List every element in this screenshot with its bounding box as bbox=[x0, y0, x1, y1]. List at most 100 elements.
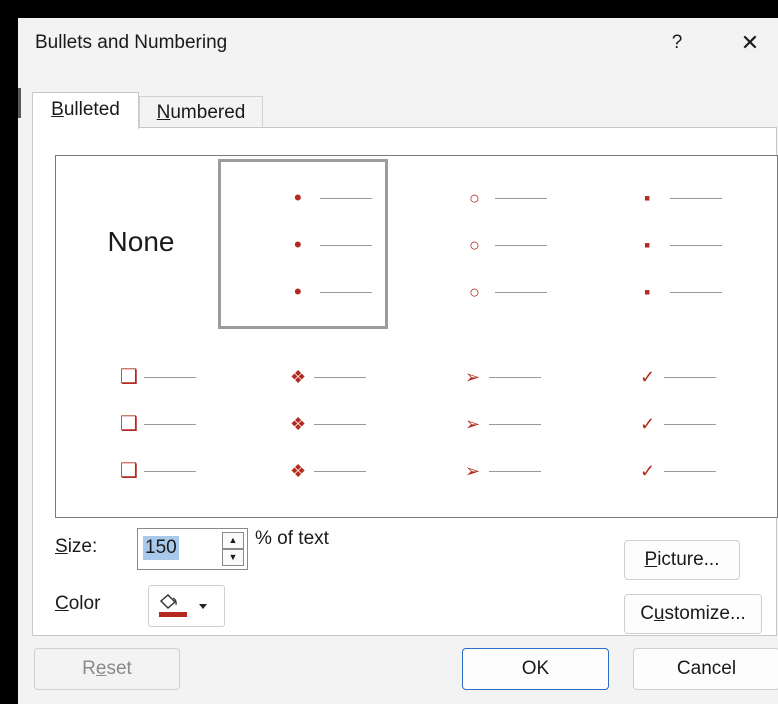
bullet-preview-row: ✓ bbox=[576, 461, 748, 481]
preview-line bbox=[144, 424, 196, 425]
preview-line bbox=[495, 198, 547, 199]
hollow-square-bullet-icon: ❑ bbox=[120, 366, 138, 388]
bullet-preview-row: ✓ bbox=[576, 414, 748, 434]
preview-line bbox=[144, 471, 196, 472]
tab-bulleted[interactable]: Bulleted bbox=[32, 92, 139, 129]
bullet-preview-row: ○ bbox=[401, 282, 573, 302]
checkmark-bullet-icon: ✓ bbox=[640, 414, 656, 434]
paint-bucket-icon bbox=[159, 594, 207, 617]
bullet-preview-row: ○ bbox=[401, 235, 573, 255]
preview-line bbox=[320, 198, 372, 199]
cancel-button[interactable]: Cancel bbox=[633, 648, 778, 690]
checkmark-bullet-icon: ✓ bbox=[640, 461, 656, 481]
tab-bulleted-access-key: B bbox=[51, 99, 64, 120]
filled-dot-bullet-icon: • bbox=[294, 232, 302, 257]
preview-line bbox=[664, 424, 716, 425]
title-bar: Bullets and Numbering ? ✕ bbox=[18, 18, 778, 70]
preview-line bbox=[320, 292, 372, 293]
preview-line bbox=[489, 377, 541, 378]
tab-numbered[interactable]: Numbered bbox=[139, 96, 263, 128]
size-label: Size: bbox=[55, 536, 98, 557]
bullet-preview-row: ➢ bbox=[401, 461, 573, 481]
bullet-style-hollow-circle[interactable]: ○ ○ ○ bbox=[401, 156, 573, 326]
preview-line bbox=[664, 377, 716, 378]
hollow-square-bullet-icon: ❑ bbox=[120, 413, 138, 435]
preview-line bbox=[670, 292, 722, 293]
picture-button[interactable]: Picture... bbox=[624, 540, 740, 580]
bullet-preview-row: ✓ bbox=[576, 367, 748, 387]
hollow-circle-bullet-icon: ○ bbox=[469, 188, 480, 208]
bullet-preview-row: ▪ bbox=[576, 235, 748, 255]
bullet-preview-row: ▪ bbox=[576, 282, 748, 302]
color-label: Color bbox=[55, 593, 101, 614]
none-label: None bbox=[107, 226, 175, 257]
preview-line bbox=[314, 471, 366, 472]
spinner-buttons: ▲ ▼ bbox=[222, 532, 244, 566]
bullets-numbering-dialog: Bullets and Numbering ? ✕ Bulleted Numbe… bbox=[18, 18, 778, 704]
color-picker-button[interactable] bbox=[148, 585, 225, 627]
preview-line bbox=[664, 471, 716, 472]
close-button[interactable]: ✕ bbox=[733, 27, 767, 59]
size-input[interactable]: 150 bbox=[143, 536, 179, 560]
preview-line bbox=[670, 198, 722, 199]
spin-up-icon[interactable]: ▲ bbox=[222, 532, 244, 549]
filled-square-bullet-icon: ▪ bbox=[644, 235, 651, 255]
size-spinner[interactable]: 150 ▲ ▼ bbox=[137, 528, 248, 570]
hollow-circle-bullet-icon: ○ bbox=[469, 235, 480, 255]
tab-bulleted-label: ulleted bbox=[63, 99, 120, 120]
bullet-style-arrowhead[interactable]: ➢ ➢ ➢ bbox=[401, 341, 573, 511]
filled-square-bullet-icon: ▪ bbox=[644, 188, 651, 208]
spin-down-icon[interactable]: ▼ bbox=[222, 549, 244, 566]
reset-button[interactable]: Reset bbox=[34, 648, 180, 690]
dropdown-arrow-icon bbox=[199, 604, 207, 609]
preview-line bbox=[144, 377, 196, 378]
preview-line bbox=[495, 245, 547, 246]
preview-line bbox=[314, 424, 366, 425]
bullet-preview-row: ❖ bbox=[226, 461, 398, 481]
bullet-preview-row: ❖ bbox=[226, 414, 398, 434]
bullet-style-checkmark[interactable]: ✓ ✓ ✓ bbox=[576, 341, 748, 511]
four-diamond-bullet-icon: ❖ bbox=[290, 367, 307, 387]
bullet-style-four-diamond[interactable]: ❖ ❖ ❖ bbox=[226, 341, 398, 511]
filled-square-bullet-icon: ▪ bbox=[644, 282, 651, 302]
tab-numbered-label: umbered bbox=[170, 102, 246, 123]
preview-line bbox=[495, 292, 547, 293]
four-diamond-bullet-icon: ❖ bbox=[290, 414, 307, 434]
bulleted-panel: None • • • ○ ○ ○ ▪ ▪ ▪ ❑ ❑ ❑ ❖ ❖ ❖ ➢ ➢ ➢ ✓ ✓ ✓ Size: 150 ▲ ▼ … bbox=[32, 127, 778, 636]
help-button[interactable]: ? bbox=[663, 27, 691, 59]
bullet-preview-row: ➢ bbox=[401, 414, 573, 434]
ok-button[interactable]: OK bbox=[462, 648, 609, 690]
preview-line bbox=[320, 245, 372, 246]
filled-dot-bullet-icon: • bbox=[294, 185, 302, 210]
arrowhead-bullet-icon: ➢ bbox=[465, 367, 481, 387]
tab-numbered-access-key: N bbox=[156, 102, 171, 123]
bullet-style-none[interactable]: None bbox=[56, 156, 228, 326]
bullet-preview-row: • bbox=[226, 232, 398, 257]
customize-button[interactable]: Customize... bbox=[624, 594, 762, 634]
bullet-style-filled-square[interactable]: ▪ ▪ ▪ bbox=[576, 156, 748, 326]
bullet-preview-row: ○ bbox=[401, 188, 573, 208]
hollow-circle-bullet-icon: ○ bbox=[469, 282, 480, 302]
hollow-square-bullet-icon: ❑ bbox=[120, 460, 138, 482]
four-diamond-bullet-icon: ❖ bbox=[290, 461, 307, 481]
filled-dot-bullet-icon: • bbox=[294, 279, 302, 304]
bullet-preview-row: • bbox=[226, 279, 398, 304]
bullet-preview-row: ❖ bbox=[226, 367, 398, 387]
bullet-preview-row: ➢ bbox=[401, 367, 573, 387]
arrowhead-bullet-icon: ➢ bbox=[465, 461, 481, 481]
arrowhead-bullet-icon: ➢ bbox=[465, 414, 481, 434]
bullet-gallery: None • • • ○ ○ ○ ▪ ▪ ▪ ❑ ❑ ❑ ❖ ❖ ❖ ➢ ➢ ➢ ✓ ✓ ✓ bbox=[55, 155, 778, 518]
bullet-preview-row: ❑ bbox=[56, 414, 228, 434]
bullet-preview-row: ❑ bbox=[56, 461, 228, 481]
preview-line bbox=[489, 424, 541, 425]
preview-line bbox=[489, 471, 541, 472]
preview-line bbox=[670, 245, 722, 246]
dialog-title: Bullets and Numbering bbox=[35, 32, 228, 53]
size-suffix: % of text bbox=[255, 528, 329, 549]
bullet-style-hollow-square[interactable]: ❑ ❑ ❑ bbox=[56, 341, 228, 511]
bullet-preview-row: • bbox=[226, 185, 398, 210]
bullet-preview-row: ❑ bbox=[56, 367, 228, 387]
checkmark-bullet-icon: ✓ bbox=[640, 367, 656, 387]
bullet-preview-row: ▪ bbox=[576, 188, 748, 208]
bullet-style-filled-dot[interactable]: • • • bbox=[226, 156, 398, 326]
